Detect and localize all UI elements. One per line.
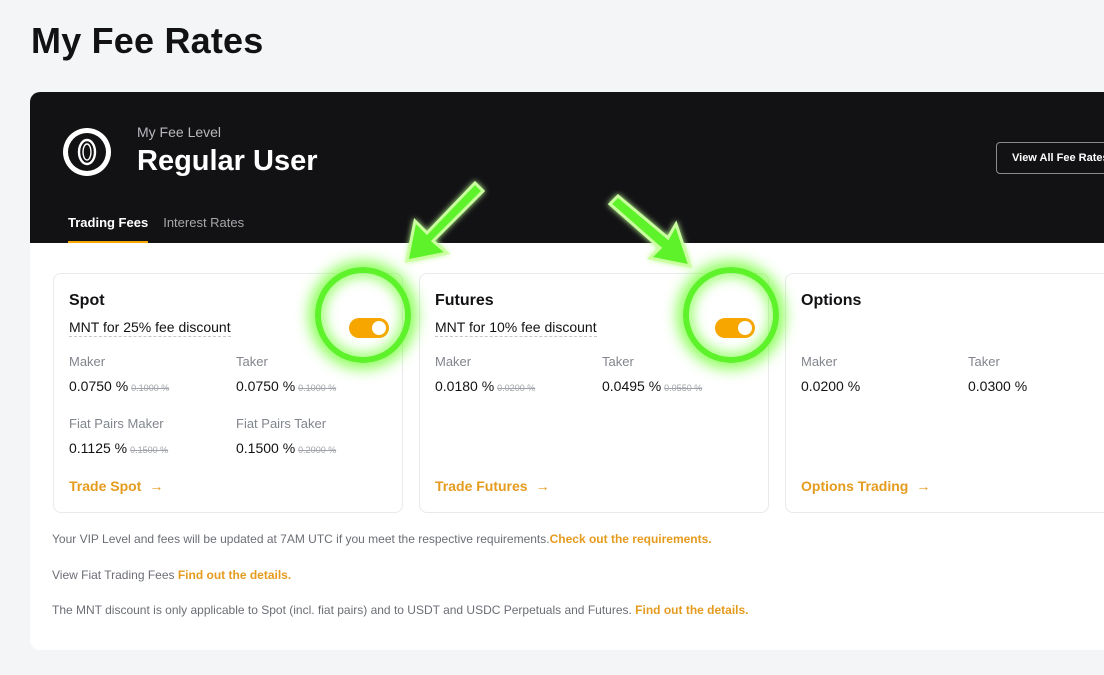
spot-fiat-taker-old-value: 0.2000 % (298, 445, 337, 455)
spot-fiat-maker-label: Fiat Pairs Maker (69, 416, 164, 431)
futures-title: Futures (435, 292, 494, 309)
spot-discount-label: MNT for 25% fee discount (69, 319, 231, 337)
mnt-discount-note: The MNT discount is only applicable to S… (52, 603, 749, 617)
spot-title: Spot (69, 292, 105, 309)
arrow-right-icon: → (149, 478, 164, 494)
futures-maker-value: 0.0180 % 0.0200 % (435, 378, 536, 394)
spot-fiat-taker-value: 0.1500 % 0.2000 % (236, 440, 337, 456)
toggle-knob (372, 321, 386, 335)
spot-taker-label: Taker (236, 354, 268, 369)
check-requirements-link[interactable]: Check out the requirements. (550, 532, 712, 546)
fiat-details-link[interactable]: Find out the details. (178, 568, 291, 582)
fee-tabs: Trading Fees Interest Rates (68, 215, 259, 243)
fiat-fees-note: View Fiat Trading Fees Find out the deta… (52, 568, 292, 582)
fee-panel: My Fee Level Regular User View All Fee R… (30, 92, 1104, 650)
options-card: Options Maker 0.0200 % Taker 0.0300 % Op… (785, 273, 1104, 513)
level-zero-icon (77, 138, 97, 166)
tab-interest-rates[interactable]: Interest Rates (163, 215, 244, 243)
trade-futures-link[interactable]: Trade Futures → (435, 478, 550, 494)
futures-maker-old-value: 0.0200 % (497, 383, 536, 393)
futures-discount-toggle[interactable] (715, 318, 755, 338)
options-maker-label: Maker (801, 354, 838, 369)
options-title: Options (801, 292, 862, 309)
options-taker-value: 0.0300 % (968, 378, 1028, 394)
options-maker-value: 0.0200 % (801, 378, 861, 394)
page-title: My Fee Rates (31, 20, 264, 61)
fee-level-label: My Fee Level (137, 124, 222, 140)
futures-discount-label: MNT for 10% fee discount (435, 319, 597, 337)
arrow-right-icon: → (535, 478, 550, 494)
spot-maker-label: Maker (69, 354, 106, 369)
spot-card: Spot MNT for 25% fee discount Maker 0.07… (53, 273, 403, 513)
view-all-fee-rates-button[interactable]: View All Fee Rates (996, 142, 1104, 174)
spot-taker-value: 0.0750 % 0.1000 % (236, 378, 337, 394)
spot-taker-old-value: 0.1000 % (298, 383, 337, 393)
futures-maker-label: Maker (435, 354, 472, 369)
spot-maker-old-value: 0.1000 % (131, 383, 170, 393)
spot-fiat-maker-old-value: 0.1500 % (130, 445, 169, 455)
toggle-knob (738, 321, 752, 335)
futures-taker-old-value: 0.0550 % (664, 383, 703, 393)
futures-taker-label: Taker (602, 354, 634, 369)
trade-spot-link[interactable]: Trade Spot → (69, 478, 163, 494)
spot-fiat-maker-value: 0.1125 % 0.1500 % (69, 440, 169, 456)
vip-update-note: Your VIP Level and fees will be updated … (52, 532, 712, 546)
options-trading-link[interactable]: Options Trading → (801, 478, 930, 494)
fee-level-name: Regular User (137, 145, 318, 177)
fee-level-header: My Fee Level Regular User View All Fee R… (30, 92, 1104, 243)
options-taker-label: Taker (968, 354, 1000, 369)
mnt-details-link[interactable]: Find out the details. (635, 603, 748, 617)
spot-fiat-taker-label: Fiat Pairs Taker (236, 416, 327, 431)
arrow-right-icon: → (916, 478, 931, 494)
futures-taker-value: 0.0495 % 0.0550 % (602, 378, 703, 394)
fee-level-badge-icon (63, 128, 111, 176)
tab-trading-fees[interactable]: Trading Fees (68, 215, 149, 243)
spot-maker-value: 0.0750 % 0.1000 % (69, 378, 170, 394)
futures-card: Futures MNT for 10% fee discount Maker 0… (419, 273, 769, 513)
spot-discount-toggle[interactable] (349, 318, 389, 338)
